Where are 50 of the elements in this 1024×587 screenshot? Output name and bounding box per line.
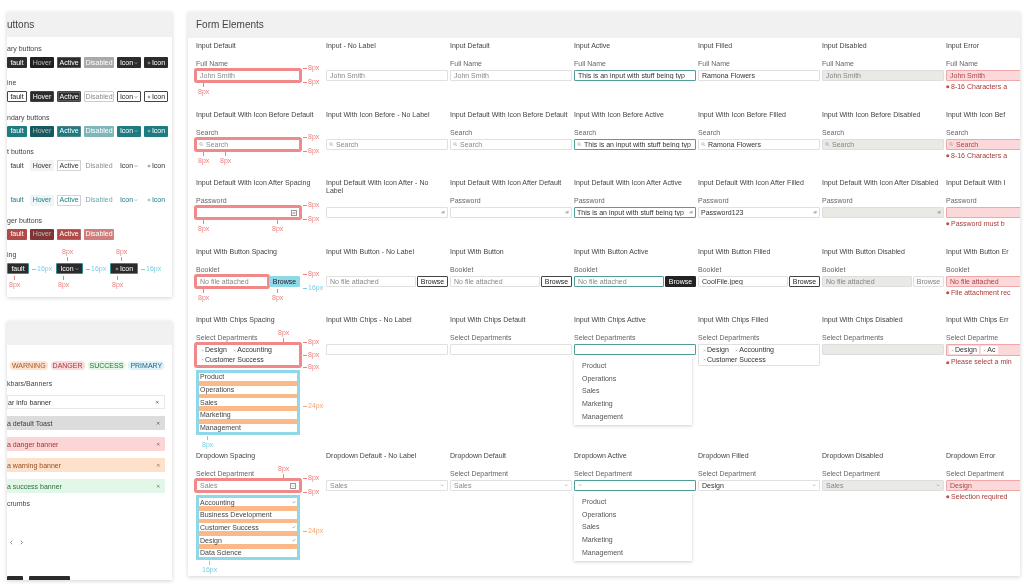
chevron-down-icon [74,266,79,271]
search-icon [825,142,830,147]
check-icon [292,538,296,543]
chevron-down-icon [563,483,568,488]
error-icon [946,291,950,295]
eye-off-icon [812,210,817,215]
check-icon [292,500,296,504]
error-icon [946,154,950,158]
close-icon [155,420,160,426]
eye-off-icon [564,210,569,215]
close-icon [155,483,160,489]
dropdown[interactable] [574,480,696,491]
chevron-down-icon [134,129,139,134]
panel-title: uttons [7,18,35,31]
chevron-down-icon [439,483,444,488]
password-field[interactable] [196,207,300,218]
chips-field[interactable] [450,344,572,355]
error-icon [946,222,950,226]
search-icon [453,142,458,147]
close-icon [155,441,160,447]
chevron-down-icon [811,483,816,488]
error-icon [946,495,950,499]
eye-off-icon [936,210,941,215]
chevron-down-icon [134,198,139,203]
chevron-right-icon [19,540,24,545]
button[interactable] [29,576,70,580]
chevron-down-icon [935,483,940,488]
search-icon [577,142,582,147]
check-icon [292,525,296,530]
eye-off-icon [291,209,297,216]
chevron-down-icon [134,94,139,99]
chevron-down-icon [134,60,139,65]
chips-field[interactable] [326,344,448,355]
search-icon [329,142,334,147]
error-icon [946,85,950,89]
chevron-left-icon [9,540,14,545]
chevron-down-icon [290,482,296,489]
close-icon [155,462,160,468]
panel-title: Form Elements [196,19,264,31]
eye-off-icon [688,210,693,215]
search-icon [199,142,204,147]
chevron-up-icon [578,483,583,488]
search-icon [949,142,954,147]
search-icon [701,142,706,147]
chips-field[interactable] [574,344,696,355]
chevron-down-icon [134,163,139,168]
eye-off-icon [440,210,445,215]
error-icon [946,360,950,365]
close-icon [154,399,159,405]
button[interactable] [7,576,23,580]
